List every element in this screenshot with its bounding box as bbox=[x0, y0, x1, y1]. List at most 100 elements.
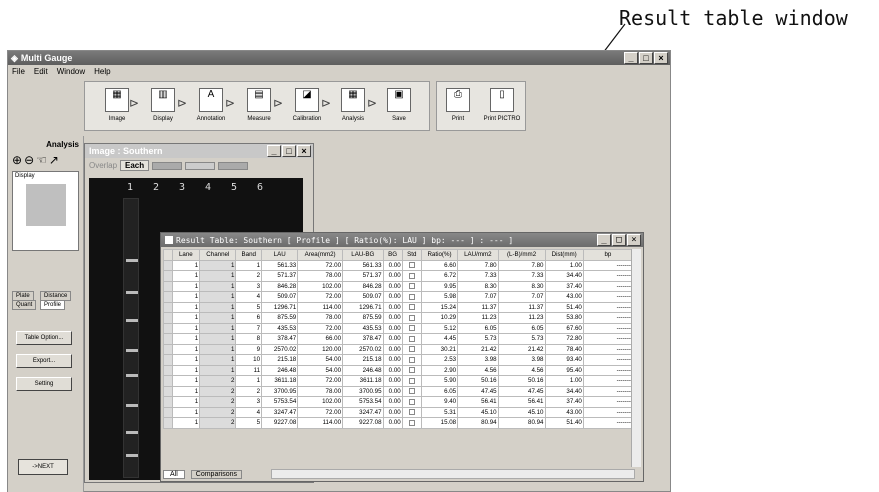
table-cell[interactable]: 2 bbox=[199, 375, 237, 387]
table-cell[interactable]: 21.42 bbox=[497, 343, 546, 355]
hand-tool-icon[interactable]: ☜ bbox=[36, 153, 47, 167]
table-cell[interactable]: 8.30 bbox=[497, 280, 546, 292]
table-cell[interactable]: 3 bbox=[235, 280, 263, 292]
table-cell[interactable]: ------- bbox=[582, 396, 634, 408]
table-cell[interactable]: 1 bbox=[235, 259, 263, 271]
row-header[interactable] bbox=[163, 270, 173, 282]
table-cell[interactable]: 6.05 bbox=[457, 322, 499, 334]
table-cell[interactable]: 846.28 bbox=[261, 280, 299, 292]
table-cell[interactable]: 0.00 bbox=[382, 322, 403, 334]
table-cell[interactable]: 0.00 bbox=[382, 270, 403, 282]
table-cell[interactable]: 7.80 bbox=[457, 259, 499, 271]
table-cell[interactable]: 0.00 bbox=[382, 280, 403, 292]
column-header[interactable]: Std bbox=[401, 249, 422, 261]
table-cell[interactable]: 1296.71 bbox=[261, 301, 299, 313]
channel-swatch[interactable] bbox=[152, 161, 183, 170]
table-cell[interactable]: 6 bbox=[235, 312, 263, 324]
table-cell[interactable]: ------- bbox=[582, 280, 634, 292]
table-cell[interactable]: 7.07 bbox=[497, 291, 546, 303]
row-header[interactable] bbox=[163, 312, 173, 324]
table-cell[interactable]: 6.60 bbox=[420, 259, 459, 271]
table-cell[interactable]: ------- bbox=[582, 375, 634, 387]
table-cell[interactable]: 1 bbox=[235, 375, 263, 387]
table-cell[interactable]: 1 bbox=[171, 280, 201, 292]
row-header[interactable] bbox=[163, 322, 173, 334]
std-checkbox-cell[interactable] bbox=[401, 270, 422, 282]
table-cell[interactable]: 1 bbox=[199, 333, 237, 345]
table-cell[interactable]: 80.94 bbox=[497, 417, 546, 429]
std-checkbox-cell[interactable] bbox=[401, 396, 422, 408]
table-row[interactable]: 1 2 4 3247.47 72.00 3247.47 0.00 5.31 45.10 45.10… bbox=[163, 406, 634, 418]
table-cell[interactable]: 4.56 bbox=[457, 364, 499, 376]
std-checkbox[interactable] bbox=[408, 377, 415, 384]
table-cell[interactable]: ------- bbox=[582, 333, 634, 345]
maximize-button[interactable]: □ bbox=[639, 52, 653, 64]
table-row[interactable]: 1 1 8 378.47 66.00 378.47 0.00 4.45 5.73 5.73 72.8… bbox=[163, 333, 634, 345]
table-option-button[interactable]: Table Option... bbox=[16, 331, 72, 345]
table-cell[interactable]: 2.90 bbox=[420, 364, 459, 376]
table-cell[interactable]: 51.40 bbox=[544, 417, 584, 429]
std-checkbox[interactable] bbox=[408, 367, 415, 374]
row-header[interactable] bbox=[163, 333, 173, 345]
row-header[interactable] bbox=[163, 385, 173, 397]
table-cell[interactable]: 7.33 bbox=[457, 270, 499, 282]
table-cell[interactable]: 95.40 bbox=[544, 364, 584, 376]
table-cell[interactable]: 2 bbox=[235, 385, 263, 397]
table-cell[interactable]: 78.00 bbox=[297, 270, 344, 282]
table-cell[interactable]: ------- bbox=[582, 354, 634, 366]
arrow-tool-icon[interactable]: ↗ bbox=[49, 153, 59, 167]
table-cell[interactable]: 4.45 bbox=[420, 333, 459, 345]
column-header[interactable]: bp bbox=[582, 249, 634, 261]
menu-window[interactable]: Window bbox=[57, 67, 85, 76]
table-cell[interactable]: 72.00 bbox=[297, 375, 344, 387]
table-cell[interactable]: 47.45 bbox=[457, 385, 499, 397]
toolbar-save-button[interactable]: ▣ Save bbox=[369, 82, 429, 132]
table-cell[interactable]: ------- bbox=[582, 406, 634, 418]
table-cell[interactable]: 1 bbox=[171, 312, 201, 324]
row-header[interactable] bbox=[163, 291, 173, 303]
table-cell[interactable]: 0.00 bbox=[382, 354, 403, 366]
table-cell[interactable]: 1 bbox=[199, 343, 237, 355]
table-cell[interactable]: 0.00 bbox=[382, 406, 403, 418]
table-cell[interactable]: 120.00 bbox=[297, 343, 344, 355]
table-cell[interactable]: 21.42 bbox=[457, 343, 499, 355]
std-checkbox[interactable] bbox=[408, 419, 415, 426]
table-cell[interactable]: 8.30 bbox=[457, 280, 499, 292]
overlap-button[interactable]: Overlap bbox=[89, 161, 117, 170]
table-cell[interactable]: 7 bbox=[235, 322, 263, 334]
column-header[interactable]: (L-B)/mm2 bbox=[497, 249, 546, 261]
table-cell[interactable]: 11.37 bbox=[497, 301, 546, 313]
table-cell[interactable]: 4.56 bbox=[497, 364, 546, 376]
sheet-tab-all[interactable]: All bbox=[163, 469, 185, 479]
std-checkbox-cell[interactable] bbox=[401, 364, 422, 376]
table-cell[interactable]: 3.98 bbox=[497, 354, 546, 366]
table-cell[interactable]: ------- bbox=[582, 343, 634, 355]
column-header[interactable]: Ratio(%) bbox=[420, 249, 459, 261]
table-cell[interactable]: 72.00 bbox=[297, 406, 344, 418]
std-checkbox[interactable] bbox=[408, 262, 415, 269]
table-row[interactable]: 1 1 5 1296.71 114.00 1296.71 0.00 15.24 11.37 11.… bbox=[163, 301, 634, 313]
table-cell[interactable]: 1.00 bbox=[544, 375, 584, 387]
table-cell[interactable]: 2 bbox=[199, 385, 237, 397]
table-cell[interactable]: 8 bbox=[235, 333, 263, 345]
table-cell[interactable]: 3700.95 bbox=[342, 385, 384, 397]
table-row[interactable]: 1 1 2 571.37 78.00 571.37 0.00 6.72 7.33 7.33 34.4… bbox=[163, 270, 634, 282]
each-button[interactable]: Each bbox=[120, 160, 150, 171]
table-cell[interactable]: 378.47 bbox=[342, 333, 384, 345]
row-header[interactable] bbox=[163, 417, 173, 429]
table-cell[interactable]: 1.00 bbox=[544, 259, 584, 271]
std-checkbox[interactable] bbox=[408, 314, 415, 321]
table-row[interactable]: 1 2 5 9227.08 114.00 9227.08 0.00 15.08 80.94 80.… bbox=[163, 417, 634, 429]
table-row[interactable]: 1 1 10 215.18 54.00 215.18 0.00 2.53 3.98 3.98 93.… bbox=[163, 354, 634, 366]
table-cell[interactable]: 72.00 bbox=[297, 322, 344, 334]
export-button[interactable]: Export... bbox=[16, 354, 72, 368]
std-checkbox-cell[interactable] bbox=[401, 259, 422, 271]
std-checkbox[interactable] bbox=[408, 283, 415, 290]
table-cell[interactable]: ------- bbox=[582, 312, 634, 324]
table-cell[interactable]: 11.37 bbox=[457, 301, 499, 313]
table-cell[interactable]: 5753.54 bbox=[342, 396, 384, 408]
table-cell[interactable]: 846.28 bbox=[342, 280, 384, 292]
row-header[interactable] bbox=[163, 259, 173, 271]
std-checkbox[interactable] bbox=[408, 388, 415, 395]
std-checkbox-cell[interactable] bbox=[401, 312, 422, 324]
